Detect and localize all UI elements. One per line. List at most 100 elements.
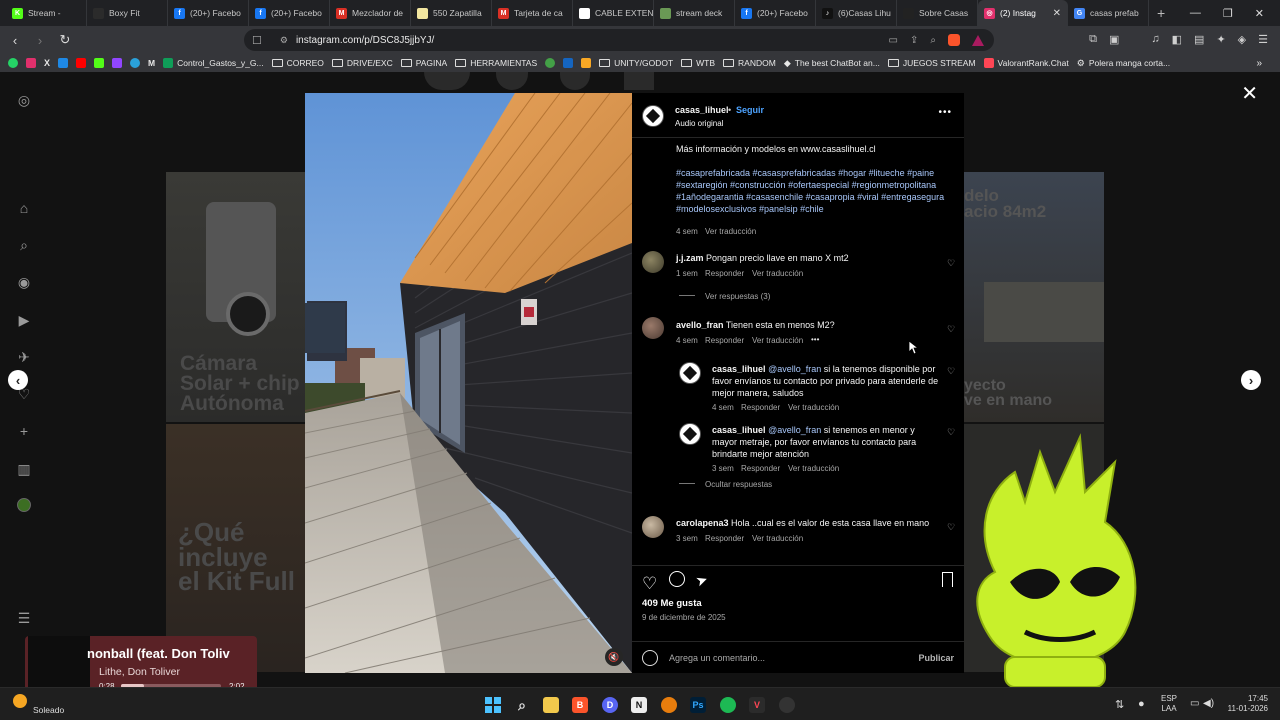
address-bar[interactable]: ☐ ⚙ instagram.com/p/DSC8J5jjbYJ/ ▭ ⇪ ⌕ bbox=[244, 29, 994, 51]
twitch-icon[interactable] bbox=[112, 58, 123, 68]
browser-tab[interactable]: K Stream - bbox=[6, 0, 87, 26]
bookmark-drive-exc[interactable]: DRIVE/EXC bbox=[331, 58, 393, 68]
translate-link[interactable]: Ver traducción bbox=[752, 534, 803, 543]
explore-icon[interactable]: ◉ bbox=[16, 274, 32, 290]
steam-icon[interactable] bbox=[779, 697, 795, 713]
wallet-icon[interactable]: ▣ bbox=[1109, 33, 1119, 46]
sidebar-toggle-icon[interactable]: ◧ bbox=[1172, 33, 1182, 46]
comment-username[interactable]: carolapena3 bbox=[676, 518, 729, 528]
browser-tab[interactable]: ♪ (6)Casas Lihu bbox=[816, 0, 897, 26]
share-send-icon[interactable]: ➤ bbox=[693, 571, 710, 591]
publish-button[interactable]: Publicar bbox=[918, 653, 954, 663]
reply-avatar[interactable] bbox=[679, 362, 701, 384]
reply-mention[interactable]: @avello_fran bbox=[768, 364, 821, 374]
valorant-icon[interactable]: V bbox=[749, 697, 765, 713]
messages-icon[interactable]: ✈ bbox=[16, 349, 32, 365]
more-menu-icon[interactable]: ☰ bbox=[16, 610, 32, 626]
reply-link[interactable]: Responder bbox=[741, 403, 780, 412]
volume-icon[interactable]: ◀) bbox=[1203, 698, 1214, 709]
home-icon[interactable]: ⌂ bbox=[16, 200, 32, 216]
comment-like-icon[interactable]: ♡ bbox=[947, 259, 956, 268]
browser-tab[interactable]: Sobre Casas bbox=[897, 0, 978, 26]
bookmark-correo[interactable]: CORREO bbox=[271, 58, 324, 68]
browser-tab[interactable]: M Mezclador de bbox=[330, 0, 411, 26]
vpn-icon[interactable]: ◈ bbox=[1238, 33, 1246, 46]
share-icon[interactable]: ⇪ bbox=[910, 35, 918, 46]
translate-link[interactable]: Ver traducción bbox=[752, 336, 803, 345]
weather-status[interactable]: Soleado bbox=[33, 705, 64, 715]
cast-icon[interactable]: ▭ bbox=[889, 35, 898, 46]
bookmark-random[interactable]: RANDOM bbox=[723, 58, 776, 68]
comment-icon[interactable] bbox=[669, 571, 685, 587]
caption-translate-link[interactable]: Ver traducción bbox=[705, 227, 756, 236]
reply-username[interactable]: casas_lihuel bbox=[712, 364, 766, 374]
file-explorer-icon[interactable] bbox=[543, 697, 559, 713]
language-indicator[interactable]: ESP LAA bbox=[1161, 694, 1177, 714]
photoshop-icon[interactable]: Ps bbox=[690, 697, 706, 713]
search-icon[interactable]: ⌕ bbox=[16, 237, 32, 253]
bookmark-pagina[interactable]: PAGINA bbox=[400, 58, 447, 68]
likes-count[interactable]: 409 Me gusta bbox=[642, 598, 702, 609]
bookmark-herramientas[interactable]: HERRAMIENTAS bbox=[455, 58, 537, 68]
comment-input[interactable]: Agrega un comentario... bbox=[669, 653, 765, 663]
x-icon[interactable]: X bbox=[44, 58, 50, 68]
reply-like-icon[interactable]: ♡ bbox=[947, 367, 956, 376]
blender-icon[interactable] bbox=[661, 697, 677, 713]
site-info-icon[interactable]: ⚙ bbox=[280, 35, 288, 46]
browser-tab[interactable]: CABLE EXTEN bbox=[573, 0, 654, 26]
reply-mention[interactable]: @avello_fran bbox=[768, 425, 821, 435]
music-icon[interactable]: ♫ bbox=[1151, 33, 1159, 46]
start-icon[interactable] bbox=[485, 697, 501, 713]
taskbar-search-icon[interactable]: ⌕ bbox=[514, 697, 530, 713]
author-avatar[interactable] bbox=[642, 105, 664, 127]
bookmark-green-icon[interactable] bbox=[545, 58, 556, 68]
browser-tab[interactable]: f (20+) Facebo bbox=[168, 0, 249, 26]
instagram-icon[interactable] bbox=[26, 58, 36, 68]
minimize-icon[interactable]: — bbox=[1190, 7, 1201, 20]
bookmark-blue-icon[interactable] bbox=[58, 58, 69, 68]
mute-icon[interactable]: 🔇 bbox=[605, 648, 623, 666]
post-media[interactable]: 🔇 bbox=[305, 93, 632, 673]
forward-icon[interactable]: › bbox=[30, 33, 50, 48]
tab-close-icon[interactable]: ✕ bbox=[1053, 8, 1061, 19]
telegram-icon[interactable] bbox=[130, 58, 141, 68]
instagram-logo-icon[interactable]: ◎ bbox=[16, 92, 32, 108]
browser-tab[interactable]: M Tarjeta de ca bbox=[492, 0, 573, 26]
create-icon[interactable]: + bbox=[16, 423, 32, 439]
gmail-icon[interactable]: M bbox=[148, 58, 155, 68]
kick-icon[interactable] bbox=[94, 58, 105, 68]
browser-tab[interactable]: Boxy Fit bbox=[87, 0, 168, 26]
whatsapp-icon[interactable] bbox=[8, 58, 18, 68]
hide-replies-link[interactable]: Ocultar respuestas bbox=[705, 480, 772, 489]
window-close-icon[interactable]: ✕ bbox=[1255, 7, 1264, 20]
browser-tab[interactable]: stream deck bbox=[654, 0, 735, 26]
reply-username[interactable]: casas_lihuel bbox=[712, 425, 766, 435]
comment-username[interactable]: j.j.zam bbox=[676, 253, 704, 263]
comment-options-icon[interactable]: ••• bbox=[811, 335, 819, 344]
brave-shields-icon[interactable] bbox=[948, 34, 960, 46]
dashboard-icon[interactable]: ▥ bbox=[16, 461, 32, 477]
browser-tab[interactable]: 550 Zapatilla bbox=[411, 0, 492, 26]
browser-tab[interactable]: f (20+) Facebo bbox=[249, 0, 330, 26]
back-icon[interactable]: ‹ bbox=[5, 33, 25, 48]
caption-hashtags[interactable]: #casaprefabricada #casasprefabricadas #h… bbox=[676, 167, 951, 215]
browser-tab[interactable]: f (20+) Facebo bbox=[735, 0, 816, 26]
emoji-icon[interactable] bbox=[642, 649, 658, 666]
more-options-icon[interactable]: ••• bbox=[938, 107, 952, 118]
comment-username[interactable]: avello_fran bbox=[676, 320, 724, 330]
bookmark-control-gastos[interactable]: Control_Gastos_y_G... bbox=[163, 58, 264, 68]
bookmark-chatbot[interactable]: ◆ The best ChatBot an... bbox=[784, 58, 880, 69]
more-bookmarks-icon[interactable]: » bbox=[1256, 58, 1280, 69]
bookmark-polera[interactable]: ⚙ Polera manga corta... bbox=[1077, 58, 1170, 69]
extensions-icon[interactable]: ⧉ bbox=[1089, 33, 1097, 46]
bookmark-juegos-stream[interactable]: JUEGOS STREAM bbox=[887, 58, 976, 68]
bookmark-valorantrank[interactable]: ValorantRank.Chat bbox=[983, 58, 1069, 68]
reply-link[interactable]: Responder bbox=[705, 269, 744, 278]
author-username[interactable]: casas_lihuel bbox=[675, 105, 729, 115]
browser-tab[interactable]: Gcasas prefab bbox=[1068, 0, 1149, 26]
maximize-icon[interactable]: ❐ bbox=[1223, 7, 1233, 20]
wifi-icon[interactable]: ⇅ bbox=[1115, 698, 1124, 711]
reload-icon[interactable]: ↻ bbox=[55, 32, 75, 48]
reels-icon[interactable]: ▶ bbox=[16, 312, 32, 328]
weather-icon[interactable] bbox=[13, 694, 27, 708]
